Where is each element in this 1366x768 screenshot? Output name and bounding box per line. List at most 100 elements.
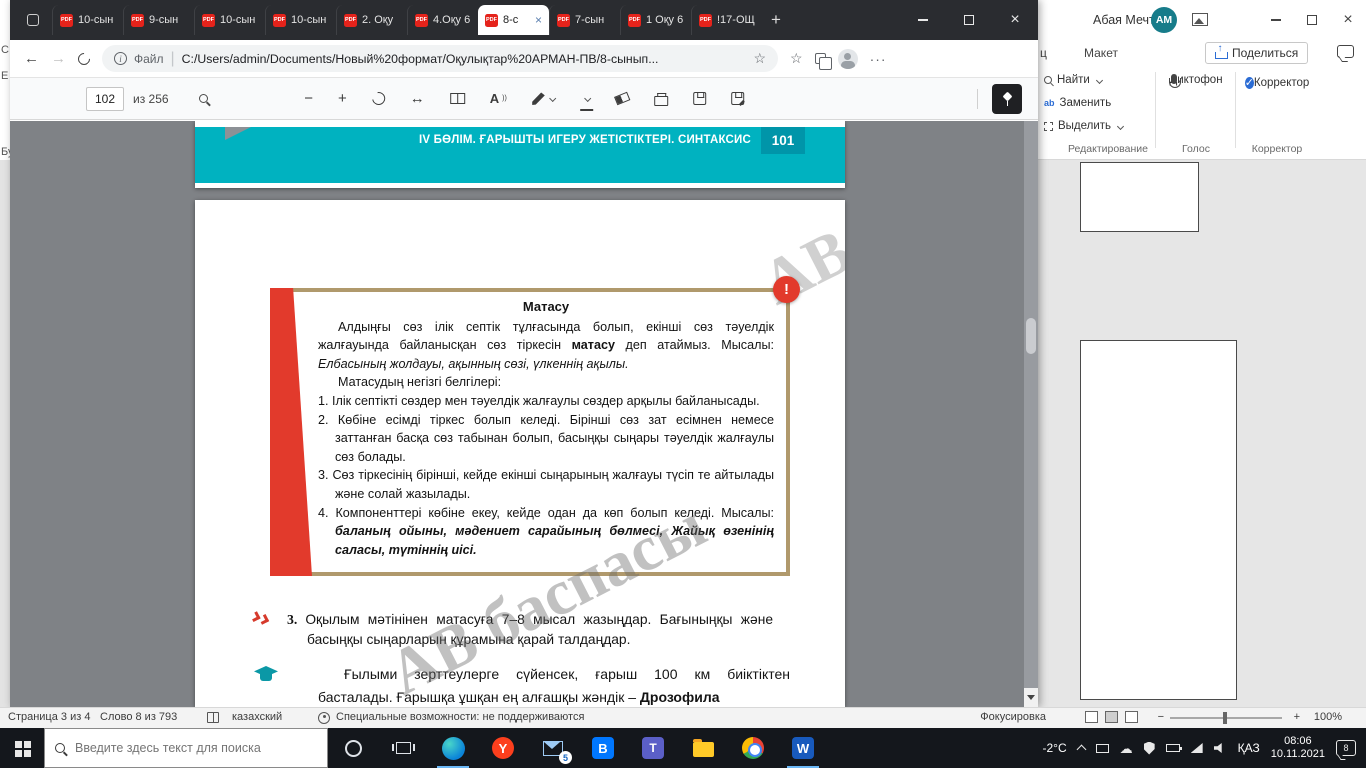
zoom-percentage[interactable]: 100% — [1314, 711, 1342, 723]
taskbar-search-input[interactable] — [73, 740, 317, 756]
display-tray-icon[interactable] — [1095, 743, 1109, 753]
add-favorite-icon[interactable]: ☆ — [753, 50, 766, 67]
select-button[interactable]: Выделить — [1044, 120, 1125, 132]
page-info-icon[interactable]: i — [114, 52, 127, 65]
zoom-in-button[interactable]: + — [1294, 711, 1300, 723]
ribbon-tab-fragment[interactable]: ц — [1040, 46, 1047, 60]
profile-avatar[interactable] — [837, 48, 858, 69]
taskbar-yandex[interactable] — [478, 728, 528, 768]
status-page-count[interactable]: Страница 3 из 4 — [8, 711, 90, 723]
taskbar-search[interactable] — [44, 728, 328, 768]
browser-tab[interactable]: 7-сын — [549, 5, 620, 35]
close-button[interactable]: × — [992, 0, 1038, 40]
tab-close-icon[interactable]: × — [535, 14, 542, 26]
browser-tab[interactable]: 2. Оқу — [336, 5, 407, 35]
battery-icon[interactable] — [1165, 744, 1182, 752]
browser-tab[interactable]: 4.Оқу 6 — [407, 5, 478, 35]
proofing-status-icon[interactable] — [207, 712, 219, 723]
browser-tab[interactable]: 10-сын — [52, 5, 123, 35]
toolbar-separator — [977, 89, 978, 109]
hidden-icons-chevron[interactable] — [1076, 744, 1087, 755]
refresh-icon[interactable] — [75, 50, 93, 67]
scrollbar-thumb[interactable] — [1026, 318, 1036, 354]
ribbon-display-options-icon[interactable] — [1192, 13, 1208, 26]
address-bar[interactable]: i Файл | C:/Users/admin/Documents/Новый%… — [102, 45, 778, 72]
focus-mode-button[interactable]: Фокусировка — [980, 711, 1046, 723]
start-button[interactable] — [0, 728, 44, 768]
page-view-icon[interactable] — [449, 93, 465, 104]
back-button[interactable]: ← — [24, 51, 39, 66]
forward-button[interactable]: → — [51, 51, 66, 66]
erase-icon[interactable] — [613, 91, 630, 106]
favorites-icon[interactable]: ☆ — [790, 50, 803, 67]
task-view-button[interactable] — [378, 728, 428, 768]
settings-menu-icon[interactable]: ··· — [870, 51, 887, 67]
browser-tab[interactable]: 10-сын — [194, 5, 265, 35]
browser-tab[interactable]: 1 Оқу 6 — [620, 5, 691, 35]
collections-icon[interactable] — [814, 53, 832, 70]
taskbar-vk[interactable] — [578, 728, 628, 768]
zoom-slider-thumb[interactable] — [1223, 712, 1227, 724]
save-as-icon[interactable] — [730, 92, 744, 105]
volume-icon[interactable] — [1213, 742, 1222, 754]
status-accessibility[interactable]: Специальные возможности: не поддерживают… — [336, 711, 584, 723]
pdf-page-number-input[interactable] — [86, 86, 124, 111]
rotate-icon[interactable] — [369, 89, 388, 108]
dictate-button[interactable]: Диктофон — [1164, 74, 1228, 86]
minimize-button[interactable] — [900, 0, 946, 40]
zoom-out-button[interactable]: − — [1158, 711, 1164, 723]
browser-tab[interactable]: !17-ОЩ — [691, 5, 762, 35]
weather-temperature[interactable]: -2°C — [1043, 741, 1067, 755]
tab-actions-button[interactable] — [20, 7, 46, 33]
read-mode-icon[interactable] — [1085, 711, 1098, 723]
editor-button[interactable]: Корректор — [1242, 74, 1312, 92]
browser-tab[interactable]: 10-сын — [265, 5, 336, 35]
web-layout-icon[interactable] — [1125, 711, 1138, 723]
highlight-icon[interactable] — [579, 90, 593, 111]
browser-tab[interactable]: 9-сын — [123, 5, 194, 35]
zoom-out-icon[interactable]: − — [304, 90, 313, 107]
security-shield-icon[interactable] — [1143, 741, 1155, 755]
comments-icon[interactable] — [1337, 45, 1354, 58]
close-button[interactable]: × — [1330, 0, 1366, 40]
scrollbar-down-button[interactable] — [1024, 688, 1038, 707]
account-avatar[interactable]: АМ — [1151, 7, 1177, 33]
read-aloud-icon[interactable]: A — [490, 91, 507, 106]
cortana-button[interactable] — [328, 728, 378, 768]
onedrive-icon[interactable]: ☁ — [1120, 742, 1133, 755]
replace-button[interactable]: Заменить — [1044, 97, 1112, 109]
share-button[interactable]: Поделиться — [1205, 42, 1309, 64]
pin-toolbar-button[interactable] — [992, 84, 1022, 114]
taskbar-teams[interactable] — [628, 728, 678, 768]
find-button[interactable]: Найти — [1044, 74, 1103, 86]
action-center-icon[interactable]: 8 — [1336, 740, 1356, 756]
pdf-scrollbar[interactable] — [1024, 121, 1038, 707]
maximize-button[interactable] — [1294, 0, 1330, 40]
pdf-search-icon[interactable] — [198, 94, 208, 103]
word-window: Абая Мечта АМ × ц Макет Поделиться Найти… — [1038, 0, 1366, 707]
new-tab-button[interactable]: + — [762, 6, 790, 34]
status-word-count[interactable]: Слово 8 из 793 — [100, 711, 177, 723]
keyboard-language[interactable]: ҚАЗ — [1238, 741, 1260, 755]
ribbon-tab-layout[interactable]: Макет — [1084, 46, 1118, 60]
draw-icon[interactable] — [531, 92, 556, 105]
save-icon[interactable] — [692, 92, 706, 105]
clock[interactable]: 08:06 10.11.2021 — [1271, 735, 1325, 761]
taskbar-word[interactable] — [778, 728, 828, 768]
zoom-slider[interactable] — [1170, 712, 1282, 724]
minimize-button[interactable] — [1258, 0, 1294, 40]
fit-width-icon[interactable]: ↔ — [410, 90, 425, 107]
status-language[interactable]: казахский — [232, 711, 282, 723]
print-layout-icon[interactable] — [1105, 711, 1118, 723]
taskbar-chrome[interactable] — [728, 728, 778, 768]
print-icon[interactable] — [653, 92, 668, 106]
zoom-in-icon[interactable]: + — [338, 90, 347, 107]
maximize-button[interactable] — [946, 0, 992, 40]
pdf-favicon — [699, 13, 712, 27]
taskbar-mail[interactable]: 5 — [528, 728, 578, 768]
taskbar-explorer[interactable] — [678, 728, 728, 768]
group-label-editor: Корректор — [1251, 143, 1303, 155]
network-icon[interactable] — [1190, 743, 1203, 753]
browser-tab-active[interactable]: 8-с × — [478, 5, 549, 35]
taskbar-edge[interactable] — [428, 728, 478, 768]
